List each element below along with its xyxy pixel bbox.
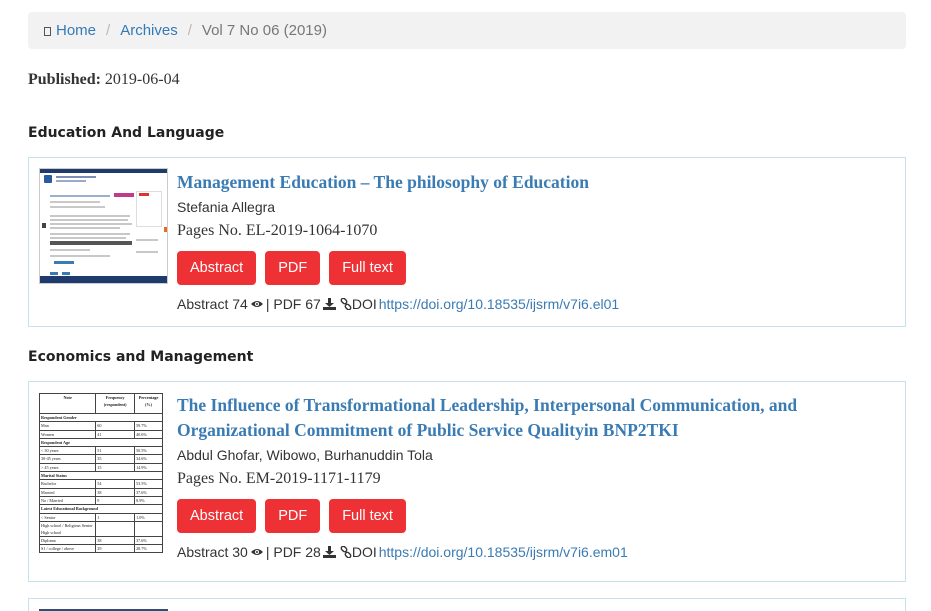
thumb-table-cell: 60 [95,421,136,431]
thumb-table-cell: 34.6% [134,454,163,464]
doi-link[interactable]: https://doi.org/10.18535/ijsrm/v7i6.el01 [379,296,619,312]
thumb-table-cell: 35 [95,454,136,464]
full-text-button[interactable]: Full text [329,251,406,285]
thumb-table-cell [95,520,136,537]
published-date: Published: 2019-06-04 [28,71,180,89]
thumb-table-cell: Latest Educational Background [39,504,163,514]
thumb-table-cell: 37.6% [134,487,163,497]
article-card: Note Frequency (respondent) Percentage (… [28,381,906,582]
thumb-table-header: Note [38,393,97,414]
thumb-table-cell: < Senior [38,512,97,522]
thumb-table-cell: High school / Religious Senior High scho… [38,520,97,537]
article-thumbnail[interactable]: Note Frequency (respondent) Percentage (… [38,393,168,554]
section-title: Economics and Management [28,349,254,365]
article-pages: Pages No. EL-2019-1064-1070 [177,222,378,239]
thumb-table-cell: 41 [95,429,136,439]
doi-link[interactable]: https://doi.org/10.18535/ijsrm/v7i6.em01 [379,544,628,560]
published-label: Published: [28,71,101,88]
thumb-table-cell: 37.6% [134,535,163,546]
thumb-table-cell: < 30 years [38,446,97,456]
thumb-table-cell: 1.0% [134,512,163,522]
section-title: Education And Language [28,125,225,141]
doi-label: DOI [351,296,377,312]
thumb-table-cell: 38 [95,535,136,546]
article-authors: Stefania Allegra [177,199,276,215]
thumb-table-cell: Diploma [38,535,97,546]
thumb-table-cell: 14.9% [134,462,163,473]
thumb-table-cell: S1 / college / above [38,544,97,554]
article-pages: Pages No. EM-2019-1171-1179 [177,470,381,487]
thumb-table-cell: Respondent Gender [39,412,163,423]
article-content: The Influence of Transformational Leader… [177,393,885,560]
thumb-table-cell: 1 [95,512,136,522]
doi-label: DOI [351,544,377,560]
pdf-downloads: | PDF 28 [265,544,321,560]
article-card [28,598,906,611]
article-card: Management Education – The philosophy of… [28,157,906,327]
thumb-table-cell: 28.7% [134,544,163,554]
breadcrumb-home-link[interactable]: Home [56,22,96,39]
home-icon [44,27,51,36]
thumb-table-cell: No / Married [38,495,97,506]
article-content: Management Education – The philosophy of… [177,170,885,312]
thumb-table-cell: 8.9% [134,495,163,506]
thumb-table-cell: 15 [95,462,136,473]
article-actions: Abstract PDF Full text [177,251,885,285]
thumb-table-cell: 54 [95,479,136,489]
link-icon [340,546,352,558]
breadcrumb: Home / Archives / Vol 7 No 06 (2019) [28,12,906,49]
eye-icon [250,549,263,555]
eye-icon [250,301,263,307]
thumb-table-cell: 51 [95,446,136,456]
download-icon [322,546,336,558]
article-title-link[interactable]: The Influence of Transformational Leader… [177,393,885,443]
thumb-table-cell: 38 [95,487,136,497]
abstract-button[interactable]: Abstract [177,251,257,285]
breadcrumb-separator: / [187,22,192,39]
thumb-table-cell: 9 [95,495,136,506]
article-stats: Abstract 30 | PDF 28 DOI https://doi.org… [177,544,885,560]
thumb-table-cell: Man [38,421,97,431]
breadcrumb-archives-link[interactable]: Archives [120,22,178,39]
thumb-table-cell: 53.5% [134,479,163,489]
published-value: 2019-06-04 [104,71,180,88]
thumb-table-cell: 40.6% [134,429,163,439]
pdf-downloads: | PDF 67 [265,296,321,312]
abstract-views: Abstract 74 [177,296,248,312]
thumb-table-cell: > 45 years [38,462,97,473]
breadcrumb-separator: / [106,22,111,39]
pdf-button[interactable]: PDF [265,499,321,533]
thumb-table-cell [134,520,163,537]
thumb-table-header: Frequency (respondent) [95,393,136,414]
thumb-table-cell: 30-45 years [38,454,97,464]
abstract-views: Abstract 30 [177,544,248,560]
article-title-link[interactable]: Management Education – The philosophy of… [177,170,885,195]
thumb-table-cell: Bachelor [38,479,97,489]
thumb-table-header: Percentage (%) [134,393,163,414]
thumb-table-cell: 59.7% [134,421,163,431]
thumbnail-webpage-image [39,168,168,284]
abstract-button[interactable]: Abstract [177,499,257,533]
thumb-table-cell: Women [38,429,97,439]
article-authors: Abdul Ghofar, Wibowo, Burhanuddin Tola [177,447,433,463]
thumb-table-cell: Respondent Age [39,437,163,448]
article-thumbnail[interactable] [39,168,168,284]
article-stats: Abstract 74 | PDF 67 DOI https://doi.org… [177,296,885,312]
link-icon [340,298,352,310]
article-actions: Abstract PDF Full text [177,499,885,533]
thumbnail-table-image: Note Frequency (respondent) Percentage (… [38,393,163,554]
breadcrumb-current: Vol 7 No 06 (2019) [201,22,327,39]
thumb-table-cell: 50.5% [134,446,163,456]
thumb-table-cell: Married [38,487,97,497]
thumb-table-cell: 29 [95,544,136,554]
pdf-button[interactable]: PDF [265,251,321,285]
thumb-table-cell: Marital Status [39,471,163,481]
download-icon [322,298,336,310]
full-text-button[interactable]: Full text [329,499,406,533]
